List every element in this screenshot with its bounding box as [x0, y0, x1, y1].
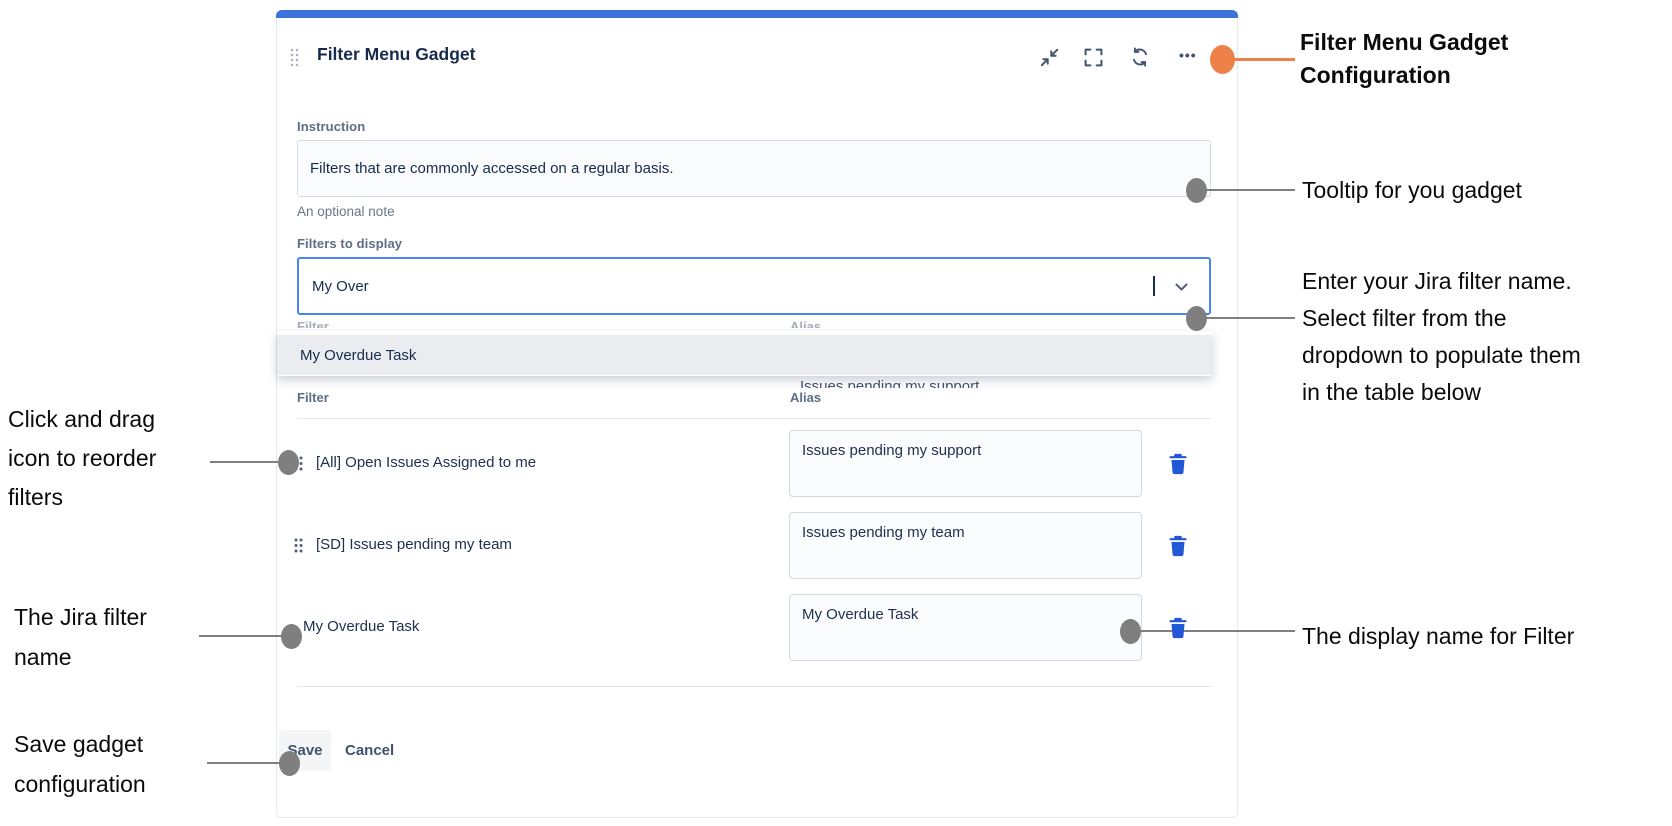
- column-header-alias: Alias: [790, 390, 821, 405]
- text-cursor: [1153, 276, 1155, 296]
- clipped-alias-label: Alias: [790, 319, 821, 328]
- fullscreen-icon[interactable]: [1082, 46, 1104, 68]
- gadget-drag-handle-icon[interactable]: [289, 47, 300, 67]
- filter-dropdown-menu: My Overdue Task: [277, 331, 1212, 376]
- filter-name: [SD] Issues pending my team: [316, 536, 512, 553]
- clipped-alias-text-sliver: Issues pending my support: [800, 378, 1100, 388]
- alias-input[interactable]: My Overdue Task: [789, 594, 1142, 661]
- callout-dot-enter-filter: [1186, 306, 1207, 331]
- filter-name: [All] Open Issues Assigned to me: [316, 454, 536, 471]
- alias-input[interactable]: Issues pending my support: [789, 430, 1142, 497]
- cancel-button[interactable]: Cancel: [345, 742, 394, 759]
- callout-dot-drag-reorder: [278, 450, 299, 475]
- delete-filter-icon[interactable]: [1165, 533, 1191, 559]
- row-drag-handle-icon[interactable]: [293, 537, 304, 554]
- gadget-accent-bar: [276, 10, 1238, 18]
- gadget-title: Filter Menu Gadget: [317, 44, 475, 65]
- footer-divider: [297, 686, 1211, 687]
- callout-line-display-name: [1138, 630, 1295, 632]
- callout-line-jira-filter-name: [199, 635, 285, 637]
- callout-save-config: Save gadget configuration: [14, 724, 146, 804]
- table-header-divider: [297, 418, 1211, 419]
- filter-menu-gadget-panel: [276, 10, 1238, 818]
- filter-name: My Overdue Task: [303, 618, 419, 635]
- callout-dot-config: [1210, 45, 1235, 74]
- instruction-helper-text: An optional note: [297, 204, 395, 219]
- page: Filter Menu Gadget ••• Instruction An op…: [0, 0, 1672, 826]
- callout-enter-filter: Enter your Jira filter name. Select filt…: [1302, 263, 1581, 411]
- delete-filter-icon[interactable]: [1165, 615, 1191, 641]
- clipped-filter-label: Filter: [297, 319, 329, 328]
- callout-line-drag-reorder: [210, 461, 282, 463]
- callout-jira-filter-name: The Jira filter name: [14, 597, 147, 677]
- clipped-label-sliver: Filter Alias: [297, 319, 997, 328]
- callout-tooltip: Tooltip for you gadget: [1302, 172, 1522, 209]
- refresh-icon[interactable]: [1129, 46, 1151, 68]
- callout-line-config: [1233, 58, 1295, 61]
- callout-display-name: The display name for Filter: [1302, 618, 1574, 655]
- callout-dot-display-name: [1120, 619, 1141, 644]
- dropdown-option-my-overdue-task[interactable]: My Overdue Task: [277, 335, 1212, 375]
- callout-config: Filter Menu Gadget Configuration: [1300, 26, 1508, 92]
- callout-dot-save-config: [279, 751, 300, 776]
- callout-dot-jira-filter-name: [281, 624, 302, 649]
- callout-drag-reorder: Click and drag icon to reorder filters: [8, 400, 156, 517]
- callout-dot-tooltip: [1186, 178, 1207, 203]
- filter-search-combobox[interactable]: [297, 257, 1211, 315]
- callout-line-tooltip: [1205, 189, 1295, 191]
- collapse-icon[interactable]: [1038, 46, 1060, 68]
- instruction-label: Instruction: [297, 119, 365, 134]
- alias-input[interactable]: Issues pending my team: [789, 512, 1142, 579]
- more-options-icon[interactable]: •••: [1179, 47, 1197, 63]
- callout-line-enter-filter: [1205, 317, 1295, 319]
- instruction-input[interactable]: [297, 140, 1211, 197]
- delete-filter-icon[interactable]: [1165, 451, 1191, 477]
- chevron-down-icon[interactable]: [1175, 283, 1188, 292]
- filter-search-input[interactable]: [299, 278, 1152, 295]
- column-header-filter: Filter: [297, 390, 329, 405]
- callout-line-save-config: [207, 762, 282, 764]
- filters-to-display-label: Filters to display: [297, 236, 402, 251]
